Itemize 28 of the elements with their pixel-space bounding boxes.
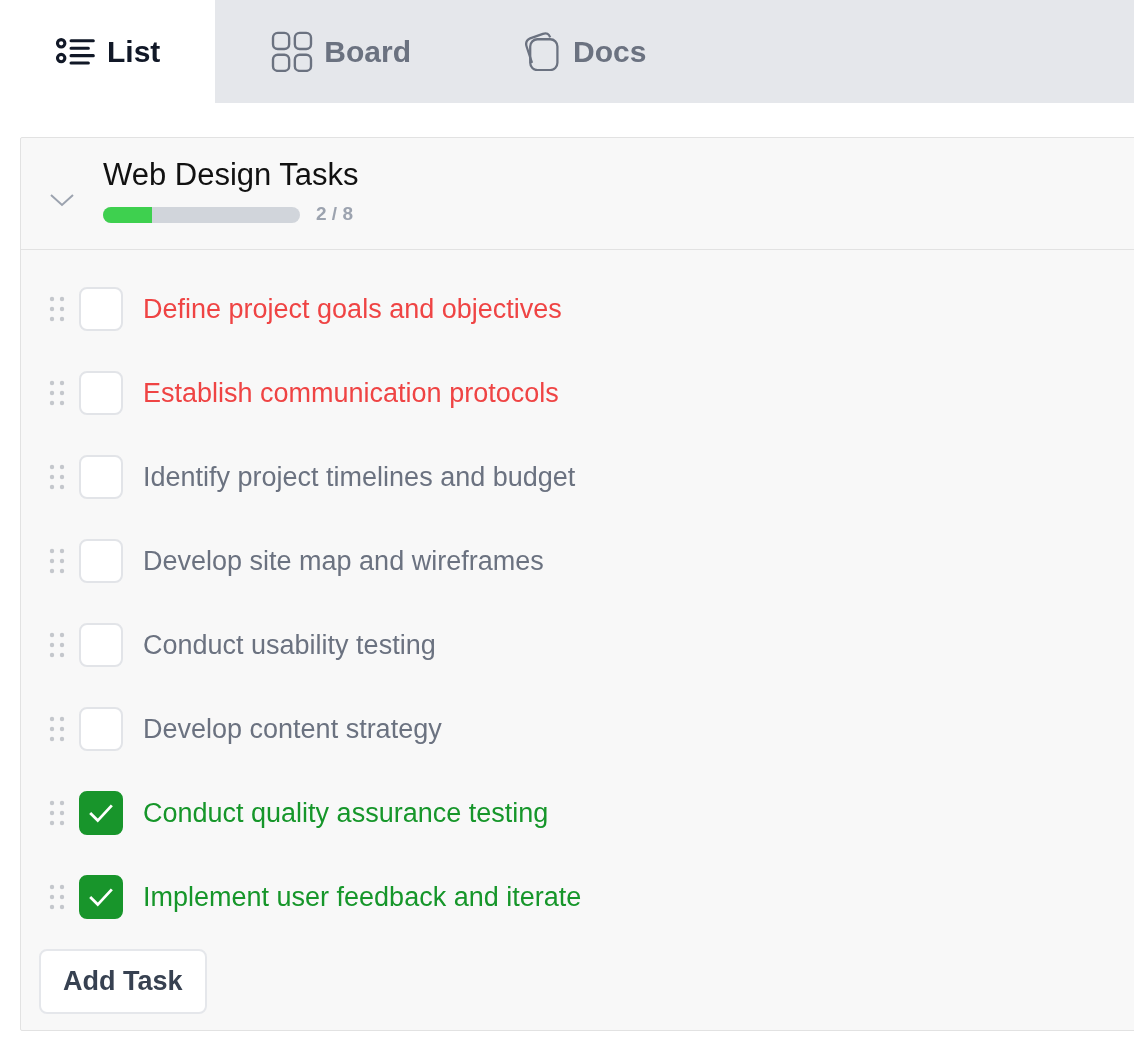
drag-handle-icon[interactable] — [49, 716, 65, 742]
task-label: Define project goals and objectives — [143, 292, 562, 326]
check-icon — [88, 887, 114, 907]
drag-handle-icon[interactable] — [49, 548, 65, 574]
drag-handle-icon[interactable] — [49, 800, 65, 826]
checkbox[interactable] — [79, 791, 123, 835]
group-title: Web Design Tasks — [103, 158, 359, 193]
task-label: Conduct quality assurance testing — [143, 796, 549, 830]
task-label: Identify project timelines and budget — [143, 460, 576, 494]
tab[interactable]: Board — [215, 0, 467, 103]
grid-icon — [270, 30, 315, 73]
task-label: Conduct usability testing — [143, 628, 436, 662]
task-label: Develop content strategy — [143, 712, 442, 746]
task-label: Establish communication protocols — [143, 376, 559, 410]
drag-handle-icon[interactable] — [49, 632, 65, 658]
check-icon — [88, 803, 114, 823]
task-label: Develop site map and wireframes — [143, 544, 544, 578]
tab[interactable]: Docs — [466, 0, 702, 103]
drag-handle-icon[interactable] — [49, 296, 65, 322]
checkbox[interactable] — [79, 875, 123, 919]
task-label: Implement user feedback and iterate — [143, 880, 582, 914]
drag-handle-icon[interactable] — [49, 884, 65, 910]
drag-handle-icon[interactable] — [49, 380, 65, 406]
add-task-button[interactable]: Add Task — [39, 949, 207, 1014]
chevron-icon[interactable] — [49, 192, 75, 207]
tab[interactable]: List — [0, 0, 216, 103]
progress-count: 2 / 8 — [316, 202, 353, 227]
drag-handle-icon[interactable] — [49, 464, 65, 490]
